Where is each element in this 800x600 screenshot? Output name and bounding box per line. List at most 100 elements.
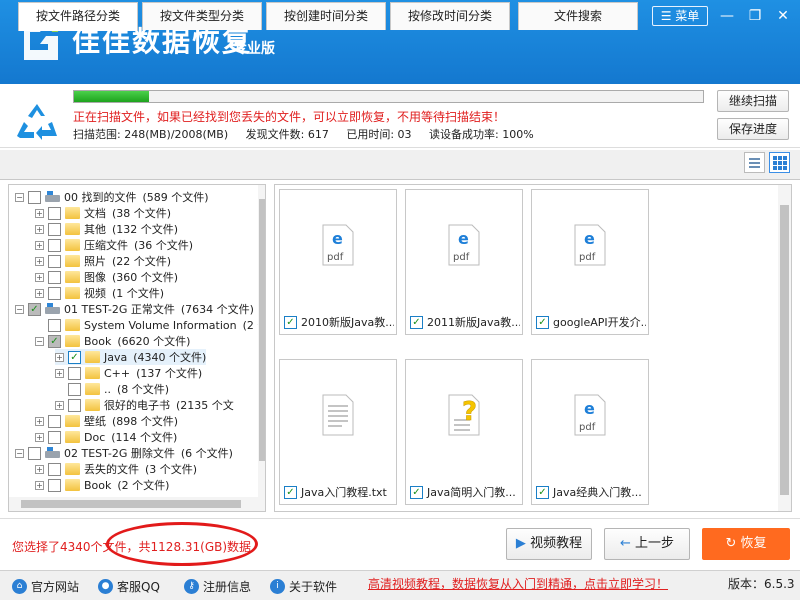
tree-checkbox[interactable] [48, 270, 61, 284]
tree-checkbox[interactable]: ✓ [48, 334, 61, 348]
file-checkbox[interactable]: ✓ [410, 485, 423, 499]
tree-node-wallpaper[interactable]: + 壁纸 (898 个文件) [35, 413, 178, 429]
tree-node-deleted-files[interactable]: − 02 TEST-2G 删除文件 (6 个文件) [15, 445, 233, 461]
folder-tree[interactable]: − 00 找到的文件 (589 个文件) + 文档 (38 个文件) + 其他 (132 个… [8, 184, 266, 512]
tree-horizontal-scrollbar[interactable] [9, 497, 265, 511]
tree-checkbox[interactable] [48, 318, 61, 332]
grid-view-icon[interactable] [769, 152, 790, 173]
tree-node-cpp[interactable]: + C++ (137 个文件) [55, 365, 202, 381]
scrollbar-thumb[interactable] [259, 199, 265, 461]
minimize-icon[interactable]: — [716, 8, 738, 26]
expand-icon[interactable]: + [35, 256, 44, 266]
tree-checkbox[interactable] [68, 366, 81, 380]
expand-icon[interactable]: + [35, 480, 44, 490]
tree-node-videos[interactable]: + 视频 (1 个文件) [35, 285, 164, 301]
tree-checkbox[interactable] [48, 286, 61, 300]
tree-node-docs[interactable]: + 文档 (38 个文件) [35, 205, 171, 221]
tree-node-other[interactable]: + 其他 (132 个文件) [35, 221, 178, 237]
tree-checkbox[interactable] [48, 254, 61, 268]
tree-node-images[interactable]: + 图像 (360 个文件) [35, 269, 178, 285]
file-name[interactable]: ✓ Java经典入门教... [536, 484, 646, 500]
collapse-icon[interactable]: − [15, 448, 24, 458]
tree-vertical-scrollbar[interactable] [258, 185, 265, 497]
expand-icon[interactable]: + [35, 224, 44, 234]
tree-node-found-files[interactable]: − 00 找到的文件 (589 个文件) [15, 189, 209, 205]
expand-icon[interactable]: + [35, 240, 44, 250]
file-card[interactable]: e pdf ✓ 2010新版Java教... [279, 189, 397, 335]
tab-by-type[interactable]: 按文件类型分类 [142, 2, 262, 30]
tree-node-photos[interactable]: + 照片 (22 个文件) [35, 253, 171, 269]
file-name[interactable]: ✓ 2011新版Java教... [410, 314, 520, 330]
support-qq-link[interactable]: ● 客服QQ [98, 576, 160, 596]
file-name[interactable]: ✓ 2010新版Java教... [284, 314, 394, 330]
expand-icon[interactable]: + [35, 464, 44, 474]
tree-node-normal-files[interactable]: − ✓ 01 TEST-2G 正常文件 (7634 个文件) [15, 301, 254, 317]
list-view-icon[interactable] [744, 152, 765, 173]
tree-checkbox[interactable] [48, 222, 61, 236]
recover-button[interactable]: ↻ 恢复 [702, 528, 790, 560]
expand-icon[interactable]: + [35, 208, 44, 218]
save-progress-button[interactable]: 保存进度 [717, 118, 789, 140]
file-card[interactable]: e pdf ✓ Java经典入门教... [531, 359, 649, 505]
collapse-icon[interactable]: − [15, 192, 24, 202]
tree-checkbox[interactable] [48, 430, 61, 444]
tree-checkbox[interactable] [28, 190, 41, 204]
tab-by-modified[interactable]: 按修改时间分类 [390, 2, 510, 30]
tree-node-book[interactable]: − ✓ Book (6620 个文件) [35, 333, 190, 349]
restore-icon[interactable]: ❐ [744, 8, 766, 26]
scrollbar-thumb[interactable] [780, 205, 789, 495]
tree-checkbox[interactable] [68, 398, 81, 412]
tree-node-ebooks[interactable]: + 很好的电子书 (2135 个文 [55, 397, 234, 413]
tab-by-path[interactable]: 按文件路径分类 [18, 2, 138, 31]
file-checkbox[interactable]: ✓ [410, 315, 423, 329]
expand-icon[interactable]: + [35, 288, 44, 298]
tree-checkbox[interactable] [48, 462, 61, 476]
file-checkbox[interactable]: ✓ [284, 485, 297, 499]
promo-link[interactable]: 高清视频教程，数据恢复从入门到精通，点击立即学习！ [368, 575, 668, 592]
file-checkbox[interactable]: ✓ [536, 485, 549, 499]
menu-button[interactable]: ☰ 菜单 [652, 6, 708, 26]
tree-node-parent-dir[interactable]: .. (8 个文件) [68, 381, 169, 397]
tab-file-search[interactable]: 文件搜索 [518, 2, 638, 30]
expand-icon[interactable]: + [55, 368, 64, 378]
tree-checkbox[interactable] [48, 238, 61, 252]
file-name[interactable]: ✓ Java入门教程.txt [284, 484, 394, 500]
continue-scan-button[interactable]: 继续扫描 [717, 90, 789, 112]
file-card[interactable]: ✓ Java入门教程.txt [279, 359, 397, 505]
tree-node-doc[interactable]: + Doc (114 个文件) [35, 429, 177, 445]
tree-node-java[interactable]: + ✓ Java (4340 个文件) [55, 349, 207, 365]
expand-icon[interactable]: + [55, 400, 64, 410]
prev-step-button[interactable]: ← 上一步 [604, 528, 690, 560]
tree-node-lost-files[interactable]: + 丢失的文件 (3 个文件) [35, 461, 197, 477]
tree-checkbox[interactable] [48, 206, 61, 220]
tree-checkbox[interactable]: ✓ [28, 302, 41, 316]
expand-icon[interactable]: + [35, 416, 44, 426]
file-card[interactable]: e pdf ✓ 2011新版Java教... [405, 189, 523, 335]
tree-node-archives[interactable]: + 压缩文件 (36 个文件) [35, 237, 193, 253]
expand-icon[interactable]: + [35, 272, 44, 282]
collapse-icon[interactable]: − [15, 304, 24, 314]
file-name[interactable]: ✓ Java简明入门教... [410, 484, 520, 500]
tree-checkbox[interactable]: ✓ [68, 350, 81, 364]
tree-checkbox[interactable] [28, 446, 41, 460]
file-checkbox[interactable]: ✓ [536, 315, 549, 329]
tree-checkbox[interactable] [68, 382, 81, 396]
about-link[interactable]: i 关于软件 [270, 576, 337, 596]
expand-icon[interactable]: + [35, 432, 44, 442]
tab-by-created[interactable]: 按创建时间分类 [266, 2, 386, 30]
video-tutorial-button[interactable]: ▶ 视频教程 [506, 528, 592, 560]
tree-checkbox[interactable] [48, 414, 61, 428]
tree-node-deleted-book[interactable]: + Book (2 个文件) [35, 477, 169, 493]
tree-checkbox[interactable] [48, 478, 61, 492]
file-card[interactable]: e pdf ✓ googleAPI开发介... [531, 189, 649, 335]
register-info-link[interactable]: ⚷ 注册信息 [184, 576, 251, 596]
grid-vertical-scrollbar[interactable] [778, 185, 791, 511]
tree-node-system-volume[interactable]: System Volume Information (2 个 [48, 317, 265, 333]
official-site-link[interactable]: ⌂ 官方网站 [12, 576, 79, 596]
close-icon[interactable]: ✕ [772, 8, 794, 26]
file-name[interactable]: ✓ googleAPI开发介... [536, 314, 646, 330]
file-card[interactable]: ? ✓ Java简明入门教... [405, 359, 523, 505]
file-checkbox[interactable]: ✓ [284, 315, 297, 329]
scrollbar-thumb[interactable] [21, 500, 241, 508]
collapse-icon[interactable]: − [35, 336, 44, 346]
